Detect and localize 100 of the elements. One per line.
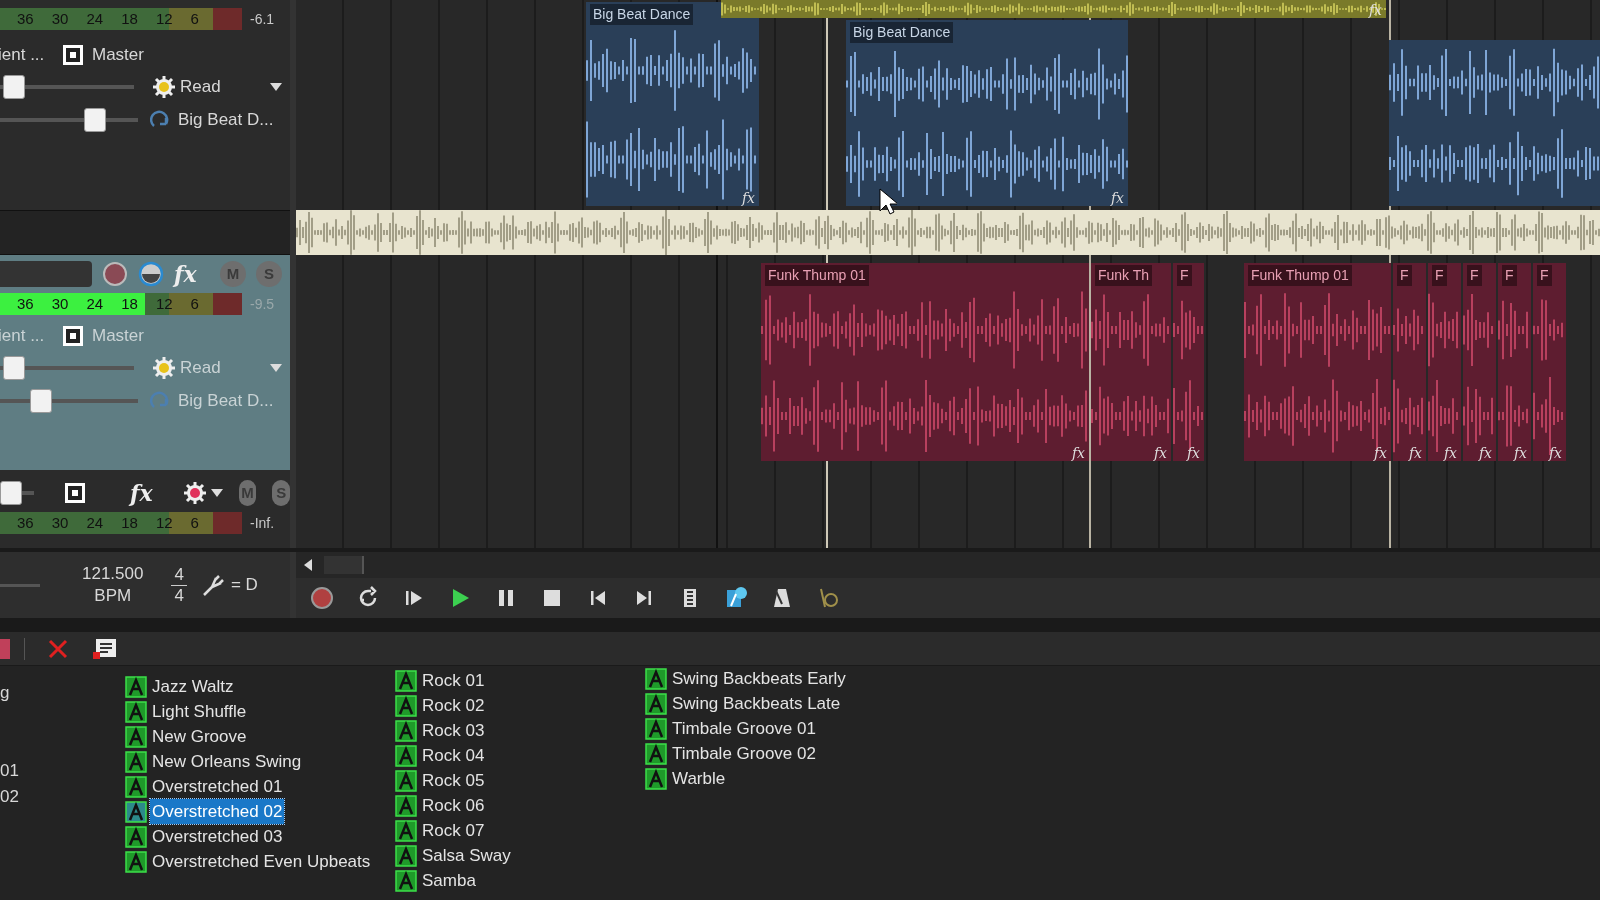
track-header[interactable]: 36 30 24 18 12 6 -6.1 ient ... Master Read Big Beat D... (0, 0, 290, 210)
time-signature-top[interactable]: 4 (171, 564, 187, 586)
collapsed-track-header[interactable] (0, 210, 290, 255)
list-item[interactable]: g (0, 680, 10, 706)
list-item[interactable]: Overstretched 01 (150, 773, 285, 800)
list-item[interactable]: Rock 04 (420, 742, 487, 769)
list-item[interactable]: Warble (670, 765, 728, 792)
record-arm-icon[interactable] (102, 261, 128, 287)
fx-badge[interactable]: fx (1548, 445, 1562, 461)
meter-reading: -6.1 (250, 9, 275, 29)
key-label[interactable]: = D (230, 572, 258, 598)
clip-label: F (1397, 265, 1412, 286)
fx-badge[interactable]: fx (1513, 445, 1527, 461)
caret-icon (210, 489, 223, 497)
fx-button[interactable]: fx (130, 476, 153, 510)
list-item[interactable]: New Orleans Swing (150, 748, 304, 775)
fx-badge[interactable]: fx (1478, 445, 1492, 461)
list-item[interactable]: Rock 06 (420, 792, 487, 819)
metronome-clock-button[interactable] (724, 586, 748, 610)
slider-thumb[interactable] (0, 481, 22, 505)
pan-slider[interactable] (0, 355, 134, 381)
meter-scale-label: 18 (121, 8, 138, 29)
audio-clip[interactable]: Funk Thump 01 fx (761, 263, 1089, 461)
clip-label: Funk Thump 01 (1248, 265, 1352, 286)
list-item[interactable]: Overstretched 02 (150, 798, 285, 825)
audio-clip[interactable]: F fx (1428, 263, 1461, 461)
meter-reading: -Inf. (250, 513, 275, 533)
meter-scale-label: 12 (155, 293, 173, 314)
fx-badge[interactable]: fx (1443, 445, 1457, 461)
audio-clip[interactable]: F fx (1533, 263, 1566, 461)
meter-scale-label: 30 (51, 293, 69, 314)
meter-scale-label: 24 (86, 512, 104, 533)
audio-clip[interactable]: Funk Th fx (1091, 263, 1171, 461)
list-item[interactable]: Rock 02 (420, 692, 487, 719)
list-item[interactable]: New Groove (150, 723, 249, 750)
list-item[interactable]: Overstretched Even Upbeats (150, 848, 373, 875)
phase-icon[interactable] (138, 261, 164, 287)
pan-slider[interactable] (0, 74, 134, 100)
list-item[interactable]: Timbale Groove 01 (670, 715, 818, 742)
slider-thumb[interactable] (83, 108, 106, 132)
loop-file-icon (645, 717, 667, 740)
audio-clip[interactable]: F fx (1498, 263, 1531, 461)
meter-scale-label: 30 (51, 8, 69, 29)
meter-scale-label: 36 (17, 8, 34, 29)
fx-badge[interactable]: fx (1408, 445, 1422, 461)
loop-file-icon (395, 869, 417, 892)
list-item[interactable]: Light Shuffle (150, 698, 249, 725)
fx-badge[interactable]: fx (1110, 190, 1124, 206)
list-item[interactable]: Rock 05 (420, 767, 487, 794)
fx-badge[interactable]: fx (1186, 445, 1200, 461)
volume-slider[interactable] (0, 107, 138, 133)
list-item[interactable]: Swing Backbeats Early (670, 666, 848, 692)
list-item[interactable]: 01 (0, 758, 19, 784)
list-item[interactable]: Jazz Waltz (150, 673, 236, 700)
slider-thumb[interactable] (3, 356, 26, 380)
send-label: ient ... (0, 44, 46, 67)
loop-file-icon (125, 775, 147, 798)
scrollbar-thumb[interactable] (324, 556, 364, 574)
list-item[interactable]: Rock 01 (420, 667, 487, 694)
delete-icon[interactable] (47, 637, 69, 660)
list-item[interactable]: 02 (0, 784, 19, 810)
slider-thumb[interactable] (30, 389, 53, 413)
meter-scale-label: 30 (51, 512, 69, 533)
clip-label: Big Beat Dance (590, 4, 694, 25)
gear-icon (152, 75, 176, 99)
volume-slider[interactable] (0, 388, 138, 414)
list-item[interactable]: Timbale Groove 02 (670, 740, 818, 767)
fx-badge[interactable]: fx (1153, 445, 1167, 461)
time-signature-bottom[interactable]: 4 (174, 585, 184, 606)
fx-badge[interactable]: fx (741, 190, 755, 206)
fx-badge[interactable]: fx (1373, 445, 1387, 461)
list-item[interactable]: Overstretched 03 (150, 823, 285, 850)
audio-clip[interactable]: F fx (1393, 263, 1426, 461)
list-item[interactable]: Rock 07 (420, 817, 487, 844)
tempo-value[interactable]: 121.500 (82, 563, 144, 585)
list-item[interactable]: Salsa Sway (420, 842, 513, 869)
record-button[interactable] (310, 586, 334, 610)
loop-file-icon (395, 694, 417, 717)
audio-clip[interactable]: Big Beat Dance fx (846, 20, 1128, 206)
track-name-field[interactable] (0, 261, 92, 287)
loop-file-icon (125, 750, 147, 773)
properties-icon[interactable] (93, 637, 117, 660)
bus-icon (62, 44, 84, 66)
track-fader[interactable] (0, 480, 34, 506)
clip-label: F (1502, 265, 1517, 286)
gear-icon[interactable] (182, 481, 207, 505)
slider-thumb[interactable] (3, 75, 26, 99)
list-item[interactable]: Swing Backbeats Late (670, 690, 843, 717)
fx-button[interactable]: fx (174, 257, 210, 291)
save-icon[interactable] (0, 637, 10, 660)
loop-file-icon (395, 769, 417, 792)
audio-clip[interactable]: F fx (1173, 263, 1204, 461)
audio-clip[interactable]: F fx (1463, 263, 1496, 461)
audio-clip[interactable]: Funk Thump 01 fx (1244, 263, 1391, 461)
clip-label: Funk Th (1095, 265, 1153, 286)
list-item[interactable]: Rock 03 (420, 717, 487, 744)
audio-clip[interactable]: Big Beat Dance fx (586, 2, 759, 206)
fx-badge[interactable]: fx (1071, 445, 1085, 461)
automation-mode[interactable]: Read (180, 74, 270, 100)
list-item[interactable]: Samba (420, 867, 478, 894)
